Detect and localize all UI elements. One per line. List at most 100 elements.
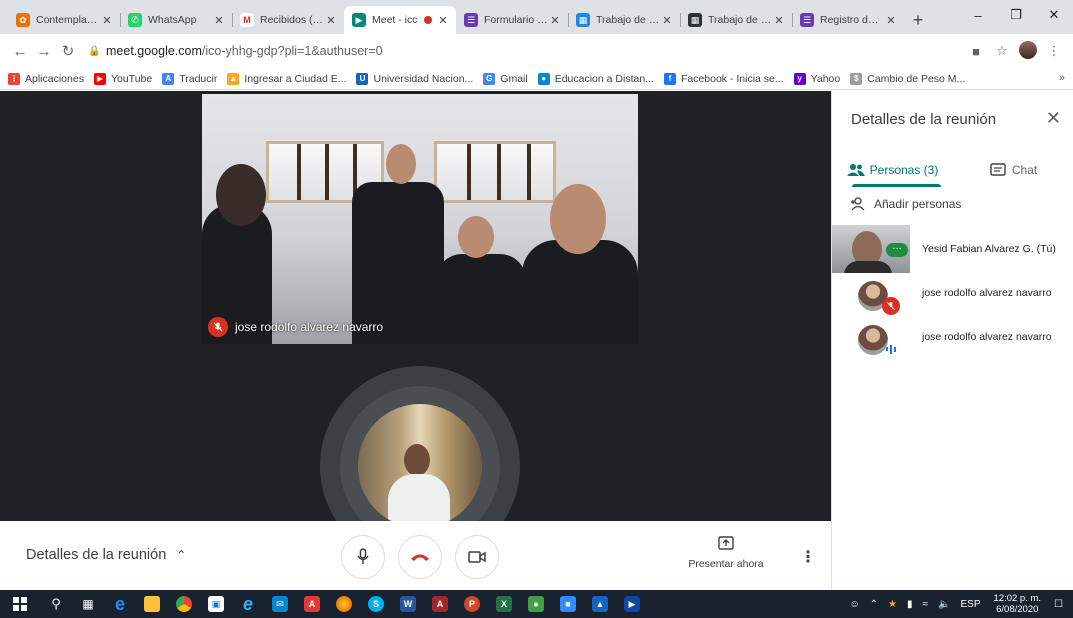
zoom-icon[interactable]: ■ xyxy=(552,590,584,618)
browser-tab[interactable]: ✿ Contemplar el ✕ xyxy=(8,6,120,34)
bookmark-item[interactable]: ⋮ Aplicaciones xyxy=(8,72,84,85)
bookmark-favicon-icon: $ xyxy=(850,72,863,85)
clock[interactable]: 12:02 p. m. 6/08/2020 xyxy=(994,593,1042,615)
menu-icon[interactable]: ⋮ xyxy=(1041,43,1067,59)
main-video-tile[interactable]: jose rodolfo alvarez navarro xyxy=(202,94,638,344)
participant-name: jose rodolfo alvarez navarro xyxy=(922,287,1052,299)
people-tray-icon[interactable]: ☺ xyxy=(849,599,859,610)
browser-tab[interactable]: ▦ Trabajo de cla ✕ xyxy=(680,6,792,34)
tab-close-icon[interactable]: ✕ xyxy=(884,14,898,27)
bookmark-item[interactable]: y Yahoo xyxy=(793,72,840,85)
photo-app-icon[interactable]: ● xyxy=(520,590,552,618)
tab-close-icon[interactable]: ✕ xyxy=(772,14,786,27)
acrobat-icon[interactable]: A xyxy=(296,590,328,618)
tab-close-icon[interactable]: ✕ xyxy=(436,14,450,27)
windows-start-icon[interactable] xyxy=(0,590,40,618)
forward-icon[interactable]: → xyxy=(32,43,56,60)
search-icon[interactable]: ⚲ xyxy=(40,590,72,618)
task-view-icon[interactable]: ▦ xyxy=(72,590,104,618)
restore-icon[interactable]: ❐ xyxy=(997,0,1035,30)
word-icon[interactable]: W xyxy=(392,590,424,618)
bookmarks-overflow-icon[interactable]: » xyxy=(1059,72,1065,84)
bookmark-item[interactable]: ● Educacion a Distan... xyxy=(537,72,654,85)
participant-thumbnail: … xyxy=(832,225,910,273)
browser-tab[interactable]: ▶ Meet - icc ✕ xyxy=(344,6,456,34)
file-explorer-icon[interactable] xyxy=(136,590,168,618)
bookmark-label: Facebook - Inicia se... xyxy=(680,72,784,85)
mail-icon[interactable]: ✉ xyxy=(264,590,296,618)
bookmark-item[interactable]: ▲ Ingresar a Ciudad E... xyxy=(227,72,346,85)
skype-icon[interactable]: S xyxy=(360,590,392,618)
participant-avatar-wrap xyxy=(832,323,910,359)
tray-app-icon[interactable]: ★ xyxy=(888,599,897,610)
bookmark-label: Universidad Nacion... xyxy=(373,72,474,85)
star-icon[interactable]: ☆ xyxy=(989,43,1015,59)
browser-tab[interactable]: ☰ Formulario sin ✕ xyxy=(456,6,568,34)
self-view-avatar[interactable] xyxy=(358,404,482,521)
chrome-icon[interactable] xyxy=(168,590,200,618)
bookmark-favicon-icon: ▲ xyxy=(227,72,240,85)
bookmark-item[interactable]: A Traducir xyxy=(162,72,217,85)
tab-close-icon[interactable]: ✕ xyxy=(100,14,114,27)
volume-icon[interactable]: 🔈 xyxy=(938,599,950,610)
tab-close-icon[interactable]: ✕ xyxy=(324,14,338,27)
participant-row[interactable]: jose rodolfo alvarez navarro xyxy=(832,279,1073,315)
window-controls: – ❐ ✕ xyxy=(959,0,1073,30)
bookmark-item[interactable]: $ Cambio de Peso M... xyxy=(850,72,965,85)
meeting-details-toggle[interactable]: Detalles de la reunión ⌃ xyxy=(26,547,186,563)
store-icon[interactable]: ▣ xyxy=(200,590,232,618)
bookmark-label: Gmail xyxy=(500,72,528,85)
main-speaker-tag: jose rodolfo alvarez navarro xyxy=(208,317,383,337)
tab-close-icon[interactable]: ✕ xyxy=(212,14,226,27)
tab-close-icon[interactable]: ✕ xyxy=(548,14,562,27)
back-icon[interactable]: ← xyxy=(8,43,32,60)
browser-tab[interactable]: ✆ WhatsApp ✕ xyxy=(120,6,232,34)
tab-close-icon[interactable]: ✕ xyxy=(660,14,674,27)
camera-button[interactable] xyxy=(455,535,499,579)
battery-icon[interactable]: ▮ xyxy=(907,599,913,610)
minimize-icon[interactable]: – xyxy=(959,0,997,30)
powerpoint-icon[interactable]: P xyxy=(456,590,488,618)
close-window-icon[interactable]: ✕ xyxy=(1035,0,1073,30)
excel-icon[interactable]: X xyxy=(488,590,520,618)
tray-overflow-icon[interactable]: ⌃ xyxy=(870,599,878,610)
browser-tab[interactable]: ▦ Trabajo de clas✕ xyxy=(568,6,680,34)
browser-tab[interactable]: ☰ Registro de as ✕ xyxy=(792,6,904,34)
tab-people[interactable]: Personas (3) xyxy=(832,153,953,187)
access-icon[interactable]: A xyxy=(424,590,456,618)
person-seated-head xyxy=(458,216,494,258)
media-player-icon[interactable]: ▶ xyxy=(616,590,648,618)
participant-row[interactable]: … Yesid Fabian Alvarez G. (Tú) xyxy=(832,225,1073,273)
internet-explorer-icon[interactable]: e xyxy=(232,590,264,618)
video-window-right xyxy=(434,141,556,203)
language-indicator[interactable]: ESP xyxy=(960,599,980,610)
bookmark-item[interactable]: ▶ YouTube xyxy=(93,72,152,85)
present-now-button[interactable]: Presentar ahora xyxy=(681,536,771,570)
bookmark-item[interactable]: G Gmail xyxy=(483,72,528,85)
tab-chat-label: Chat xyxy=(1011,163,1038,177)
wifi-icon[interactable]: ≈ xyxy=(923,599,929,610)
new-tab-button[interactable]: + xyxy=(904,6,932,34)
tab-favicon-icon: ☰ xyxy=(464,13,478,27)
hang-up-button[interactable] xyxy=(398,535,442,579)
participant-row[interactable]: jose rodolfo alvarez navarro xyxy=(832,323,1073,359)
browser-tab[interactable]: M Recibidos (5) - ✕ xyxy=(232,6,344,34)
add-people-button[interactable]: Añadir personas xyxy=(851,197,961,211)
bookmarks-bar: ⋮ Aplicaciones ▶ YouTube A Traducir ▲ Ingresar … xyxy=(0,68,1073,90)
address-bar[interactable]: 🔒 meet.google.com/ico-yhhg-gdp?pli=1&aut… xyxy=(88,38,963,64)
edge-legacy-icon[interactable]: e xyxy=(104,590,136,618)
panel-close-icon[interactable]: ✕ xyxy=(1046,108,1061,129)
camera-indicator-icon[interactable]: ■ xyxy=(963,44,989,59)
bookmark-item[interactable]: f Facebook - Inicia se... xyxy=(663,72,784,85)
bookmark-item[interactable]: U Universidad Nacion... xyxy=(356,72,474,85)
tab-title: WhatsApp xyxy=(148,14,197,26)
profile-avatar[interactable] xyxy=(1015,40,1041,62)
photos-icon[interactable]: ▲ xyxy=(584,590,616,618)
firefox-icon[interactable] xyxy=(328,590,360,618)
participant-avatar-wrap xyxy=(832,279,910,315)
tab-chat[interactable]: Chat xyxy=(953,153,1073,187)
more-options-icon[interactable]: ⋮ xyxy=(800,547,816,567)
notifications-icon[interactable]: ☐ xyxy=(1054,599,1063,610)
microphone-button[interactable] xyxy=(341,535,385,579)
reload-icon[interactable]: ↻ xyxy=(56,42,80,60)
